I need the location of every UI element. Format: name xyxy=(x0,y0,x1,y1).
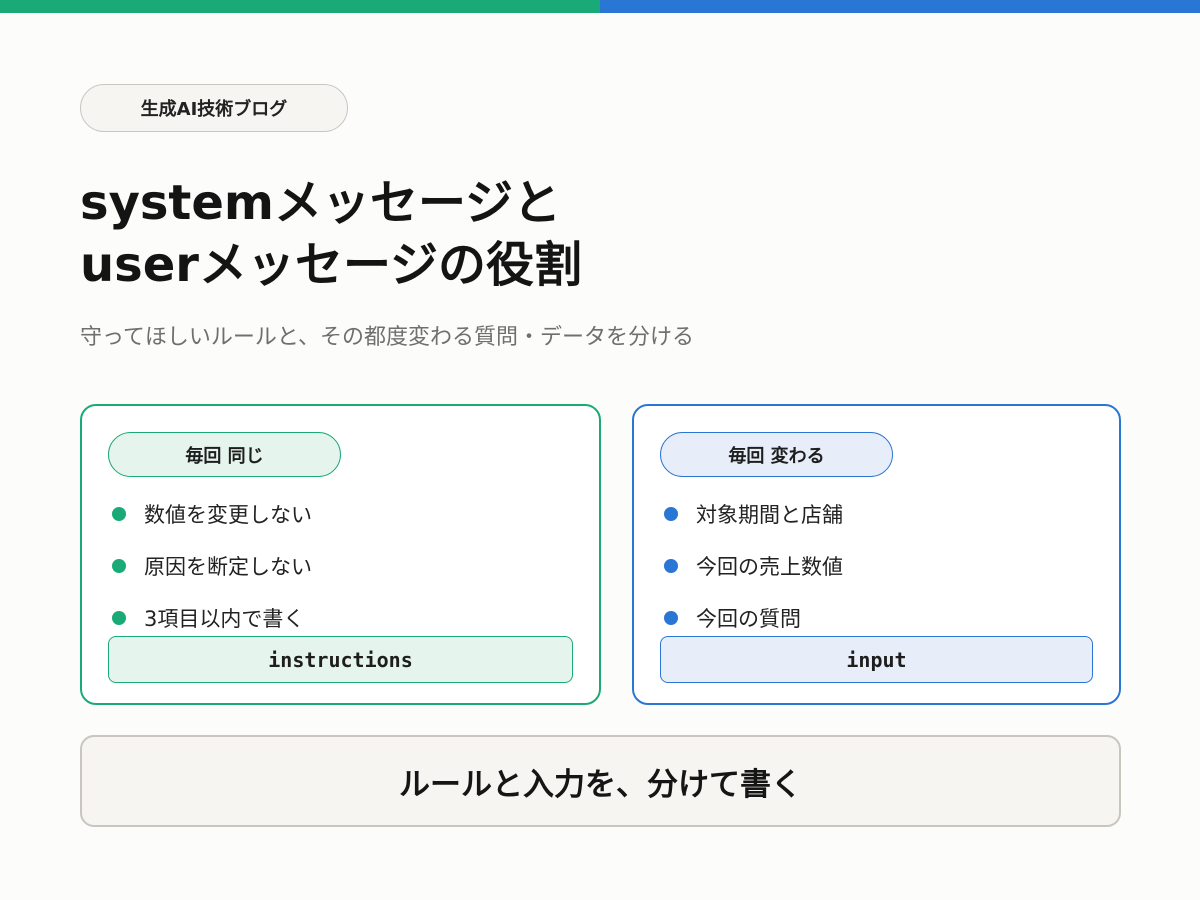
bullet-dot-icon xyxy=(664,507,678,521)
top-accent-bar xyxy=(0,0,1200,13)
list-item-text: 今回の売上数値 xyxy=(696,555,843,579)
page-title: systemメッセージと userメッセージの役割 xyxy=(80,172,1120,296)
page-subtitle: 守ってほしいルールと、その都度変わる質問・データを分ける xyxy=(80,325,695,350)
list-item-text: 対象期間と店舗 xyxy=(696,503,843,527)
list-item-text: 3項目以内で書く xyxy=(144,607,305,631)
bullet-dot-icon xyxy=(112,611,126,625)
list-item: 今回の売上数値 xyxy=(664,540,843,592)
summary-banner: ルールと入力を、分けて書く xyxy=(80,735,1121,827)
input-card-tag: 毎回 変わる xyxy=(660,432,893,477)
list-item-text: 数値を変更しない xyxy=(144,503,312,527)
input-code-label: input xyxy=(660,636,1093,683)
list-item: 対象期間と店舗 xyxy=(664,488,843,540)
top-accent-blue xyxy=(600,0,1200,13)
instructions-list: 数値を変更しない 原因を断定しない 3項目以内で書く xyxy=(112,488,312,644)
bullet-dot-icon xyxy=(112,559,126,573)
list-item: 数値を変更しない xyxy=(112,488,312,540)
list-item-text: 原因を断定しない xyxy=(144,555,312,579)
blog-label-pill: 生成AI技術ブログ xyxy=(80,84,348,132)
instructions-card: 毎回 同じ 数値を変更しない 原因を断定しない 3項目以内で書く instruc… xyxy=(80,404,601,705)
top-accent-green xyxy=(0,0,600,13)
bullet-dot-icon xyxy=(664,611,678,625)
input-list: 対象期間と店舗 今回の売上数値 今回の質問 xyxy=(664,488,843,644)
bullet-dot-icon xyxy=(664,559,678,573)
bullet-dot-icon xyxy=(112,507,126,521)
input-card: 毎回 変わる 対象期間と店舗 今回の売上数値 今回の質問 input xyxy=(632,404,1121,705)
instructions-code-label: instructions xyxy=(108,636,573,683)
list-item-text: 今回の質問 xyxy=(696,607,801,631)
page-title-line-2: userメッセージの役割 xyxy=(80,237,583,293)
instructions-card-tag: 毎回 同じ xyxy=(108,432,341,477)
list-item: 原因を断定しない xyxy=(112,540,312,592)
page-title-line-1: systemメッセージと xyxy=(80,175,561,231)
